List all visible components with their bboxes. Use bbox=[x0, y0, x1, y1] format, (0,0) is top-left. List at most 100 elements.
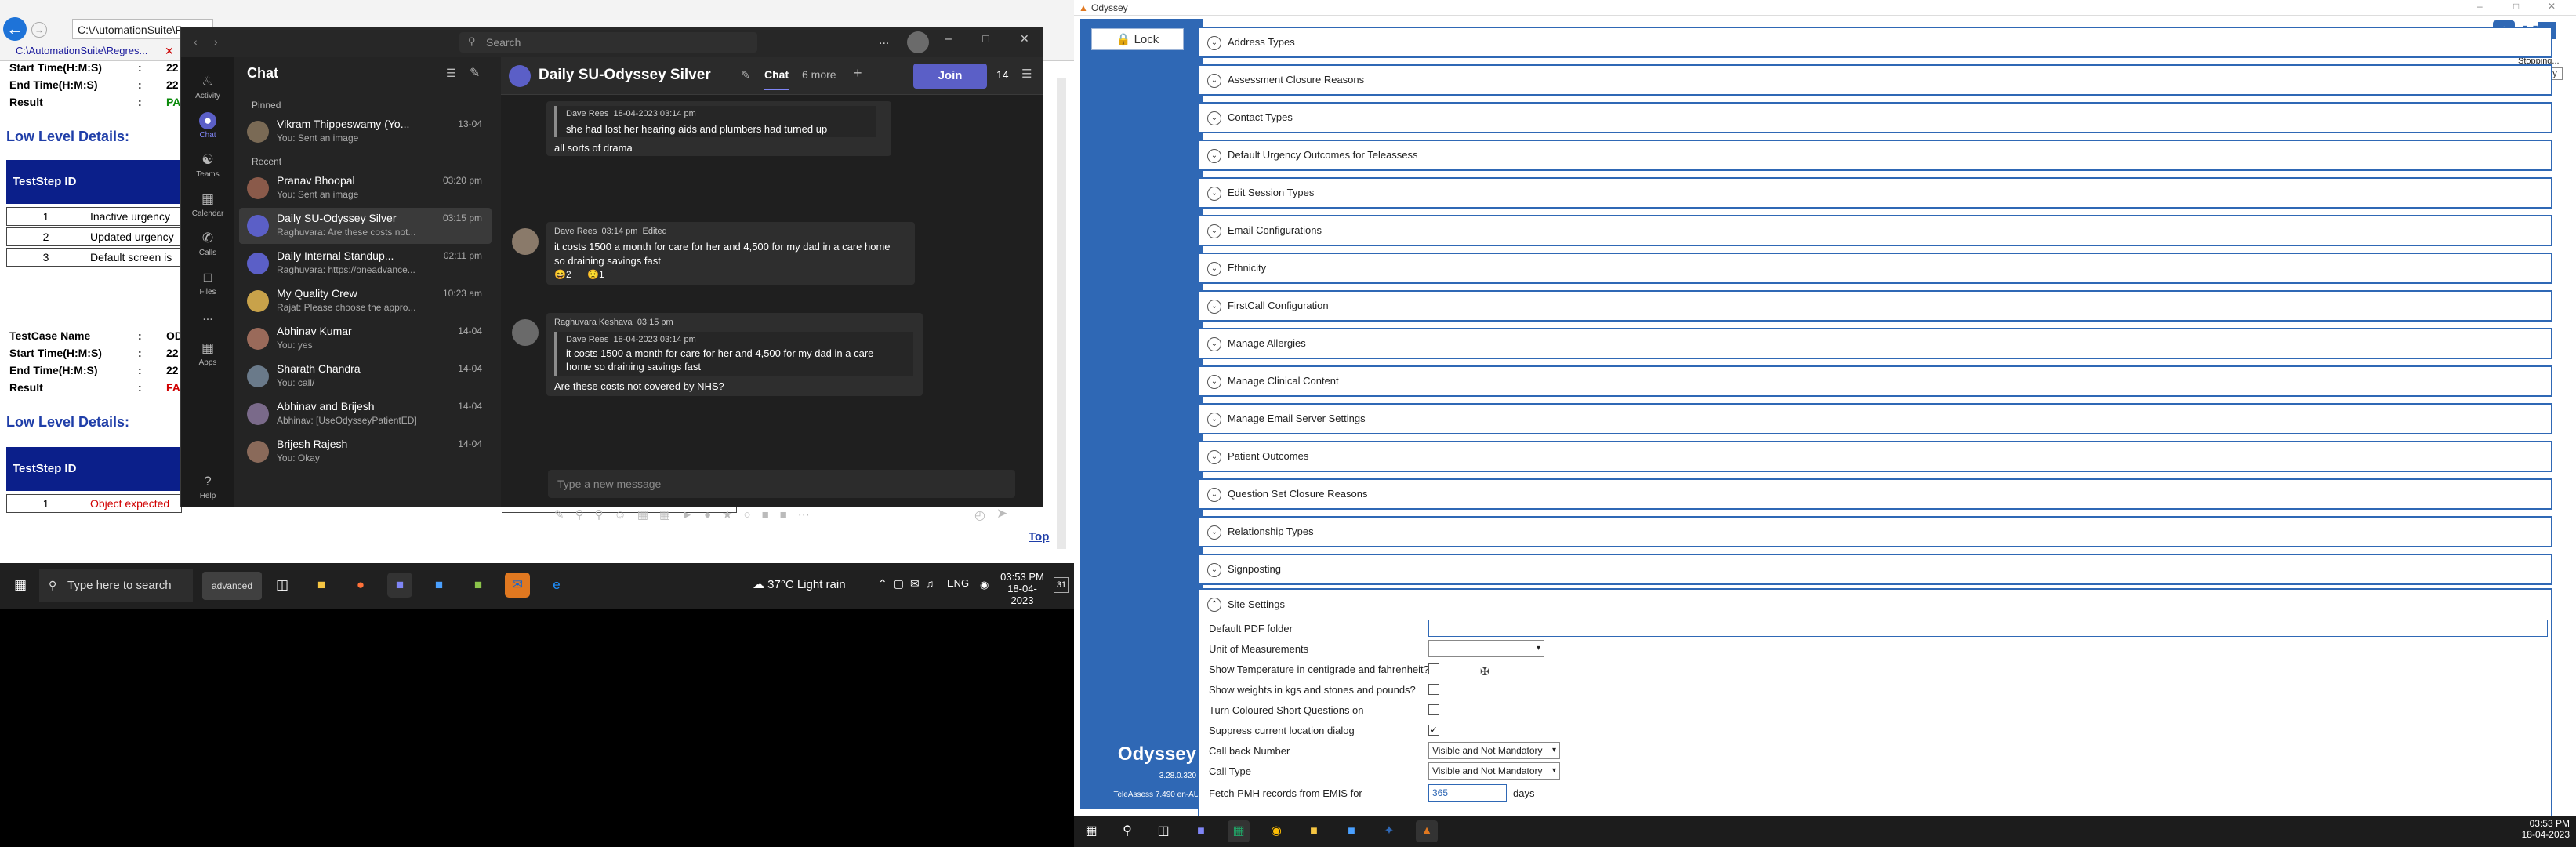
section-manage-allergies[interactable]: ⌄ Manage Allergies bbox=[1198, 328, 2552, 359]
pdf-folder-input[interactable] bbox=[1428, 620, 2548, 637]
chevron-up-icon[interactable]: ⌃ bbox=[1207, 598, 1221, 612]
wifi-icon[interactable]: ◉ bbox=[980, 579, 989, 591]
section-relationship-types[interactable]: ⌄ Relationship Types bbox=[1198, 516, 2552, 547]
chevron-down-icon[interactable]: ⌄ bbox=[1207, 262, 1221, 276]
suppress-location-checkbox[interactable]: ✓ bbox=[1428, 725, 1439, 736]
more-options-icon[interactable]: ... bbox=[879, 34, 889, 48]
chevron-down-icon[interactable]: ⌄ bbox=[1207, 337, 1221, 351]
chevron-down-icon[interactable]: ⌄ bbox=[1207, 224, 1221, 238]
weather[interactable]: ☁ 37°C Light rain bbox=[753, 577, 846, 591]
chevron-down-icon[interactable]: ⌄ bbox=[1207, 111, 1221, 125]
unit-of-measurements-select[interactable] bbox=[1428, 640, 1544, 657]
lock-button[interactable]: 🔒 Lock bbox=[1091, 28, 1184, 50]
list-item[interactable]: Abhinav Kumar You: yes 14-04 bbox=[239, 321, 492, 357]
list-item[interactable]: Brijesh Rajesh You: Okay 14-04 bbox=[239, 434, 492, 470]
rail-apps[interactable]: ▦ Apps bbox=[181, 340, 234, 367]
ie-icon[interactable]: e bbox=[544, 573, 569, 598]
odyssey-icon[interactable]: ▲ bbox=[1416, 820, 1438, 842]
windows-start-icon[interactable]: ▦ bbox=[1080, 820, 1102, 842]
list-item[interactable]: Daily Internal Standup... Raghuvara: http… bbox=[239, 245, 492, 282]
list-icon[interactable]: ☰ bbox=[1021, 67, 1032, 81]
taskbar-search[interactable]: Type here to search bbox=[39, 569, 193, 602]
list-item[interactable]: Abhinav and Brijesh Abhinav: [UseOdysseyP… bbox=[239, 396, 492, 432]
compose-input[interactable]: Type a new message bbox=[548, 470, 1015, 498]
section-default-urgency-outcomes[interactable]: ⌄ Default Urgency Outcomes for Teleassess bbox=[1198, 140, 2552, 171]
teams-icon[interactable]: ■ bbox=[387, 573, 412, 598]
chevron-down-icon[interactable]: ⌄ bbox=[1207, 74, 1221, 88]
chevron-down-icon[interactable]: ⌄ bbox=[1207, 450, 1221, 464]
list-item[interactable]: My Quality Crew Rajat: Please choose the … bbox=[239, 283, 492, 319]
coloured-questions-checkbox[interactable] bbox=[1428, 704, 1439, 715]
browser-tab[interactable]: C:\AutomationSuite\Regres... bbox=[16, 43, 188, 59]
rail-calls[interactable]: ✆ Calls bbox=[181, 230, 234, 257]
schedule-icon[interactable]: ◴ bbox=[974, 507, 985, 523]
section-address-types[interactable]: ⌄ Address Types bbox=[1198, 27, 2552, 58]
back-arrow-icon[interactable]: ‹ bbox=[194, 35, 198, 48]
chevron-down-icon[interactable]: ⌄ bbox=[1207, 525, 1221, 540]
section-signposting[interactable]: ⌄ Signposting bbox=[1198, 554, 2552, 585]
close-tab-icon[interactable]: ✕ bbox=[165, 43, 174, 59]
reaction-laugh[interactable]: 😄2 bbox=[554, 269, 571, 280]
chevron-down-icon[interactable]: ⌄ bbox=[1207, 375, 1221, 389]
new-chat-icon[interactable]: ✎ bbox=[470, 65, 480, 81]
minimize-icon[interactable]: – bbox=[2477, 1, 2483, 12]
call-type-select[interactable]: Visible and Not Mandatory bbox=[1428, 762, 1560, 780]
chrome-icon[interactable]: ◉ bbox=[1265, 820, 1287, 842]
scrollbar[interactable] bbox=[1057, 78, 1066, 549]
section-manage-clinical-content[interactable]: ⌄ Manage Clinical Content bbox=[1198, 365, 2552, 397]
weights-checkbox[interactable] bbox=[1428, 684, 1439, 695]
participants-count[interactable]: 14 bbox=[996, 68, 1009, 81]
task-view-icon[interactable]: ◫ bbox=[1152, 820, 1174, 842]
section-contact-types[interactable]: ⌄ Contact Types bbox=[1198, 102, 2552, 133]
rail-files[interactable]: □ Files bbox=[181, 269, 234, 296]
section-question-set-closure-reasons[interactable]: ⌄ Question Set Closure Reasons bbox=[1198, 478, 2552, 510]
minimize-icon[interactable]: – bbox=[945, 32, 952, 46]
task-view-icon[interactable]: ◫ bbox=[270, 573, 295, 598]
forward-button[interactable]: → bbox=[31, 22, 47, 38]
section-email-configurations[interactable]: ⌄ Email Configurations bbox=[1198, 215, 2552, 246]
chevron-down-icon[interactable]: ⌄ bbox=[1207, 149, 1221, 163]
section-firstcall-configuration[interactable]: ⌄ FirstCall Configuration bbox=[1198, 290, 2552, 322]
rail-teams[interactable]: ☯ Teams bbox=[181, 151, 234, 179]
section-patient-outcomes[interactable]: ⌄ Patient Outcomes bbox=[1198, 441, 2552, 472]
notifications-badge[interactable]: 31 bbox=[1054, 577, 1069, 593]
chevron-down-icon[interactable]: ⌄ bbox=[1207, 300, 1221, 314]
app-icon[interactable]: ■ bbox=[426, 573, 452, 598]
app-icon[interactable]: ■ bbox=[1341, 820, 1362, 842]
join-button[interactable]: Join bbox=[913, 64, 987, 89]
section-edit-session-types[interactable]: ⌄ Edit Session Types bbox=[1198, 177, 2552, 209]
tray-icons[interactable]: ⌃▢✉♫ bbox=[878, 577, 940, 591]
compose-toolbar[interactable]: ✎⚲⚲☺▦▦►●★○■■⋯ bbox=[554, 507, 1025, 526]
language[interactable]: ENG bbox=[947, 577, 969, 589]
app-icon[interactable]: ■ bbox=[466, 573, 491, 598]
back-button[interactable]: ← bbox=[3, 17, 27, 41]
maximize-icon[interactable]: □ bbox=[2513, 1, 2519, 12]
tab-chat[interactable]: Chat bbox=[764, 68, 789, 90]
section-assessment-closure-reasons[interactable]: ⌄ Assessment Closure Reasons bbox=[1198, 64, 2552, 96]
section-manage-email-server-settings[interactable]: ⌄ Manage Email Server Settings bbox=[1198, 403, 2552, 434]
rail-chat[interactable]: ● Chat bbox=[181, 112, 234, 140]
rail-activity[interactable]: ♨ Activity bbox=[181, 73, 234, 100]
add-tab-icon[interactable]: + bbox=[854, 65, 862, 82]
forward-arrow-icon[interactable]: › bbox=[214, 35, 218, 48]
search-input[interactable]: Search bbox=[459, 32, 757, 53]
list-item[interactable]: Vikram Thippeswamy (Yo... You: Sent an im… bbox=[239, 114, 492, 150]
teams-icon[interactable]: ■ bbox=[1190, 820, 1212, 842]
chevron-down-icon[interactable]: ⌄ bbox=[1207, 488, 1221, 502]
chevron-down-icon[interactable]: ⌄ bbox=[1207, 36, 1221, 50]
chevron-down-icon[interactable]: ⌄ bbox=[1207, 413, 1221, 427]
reaction-sad[interactable]: 😟1 bbox=[587, 269, 604, 280]
file-explorer-icon[interactable]: ■ bbox=[1303, 820, 1325, 842]
chevron-down-icon[interactable]: ⌄ bbox=[1207, 563, 1221, 577]
top-link[interactable]: Top bbox=[1029, 530, 1049, 543]
windows-start-icon[interactable]: ▦ bbox=[8, 573, 33, 598]
rail-more[interactable]: ... bbox=[181, 310, 234, 324]
rail-calendar[interactable]: ▦ Calendar bbox=[181, 191, 234, 218]
section-ethnicity[interactable]: ⌄ Ethnicity bbox=[1198, 253, 2552, 284]
advanced-widget[interactable]: advanced bbox=[202, 572, 262, 600]
excel-icon[interactable]: ▦ bbox=[1228, 820, 1250, 842]
list-item[interactable]: Sharath Chandra You: call/14-04 bbox=[239, 358, 492, 394]
search-icon[interactable]: ⚲ bbox=[1116, 820, 1138, 842]
fetch-pmh-input[interactable]: 365 bbox=[1428, 784, 1507, 802]
filter-icon[interactable]: ☰ bbox=[446, 67, 456, 80]
